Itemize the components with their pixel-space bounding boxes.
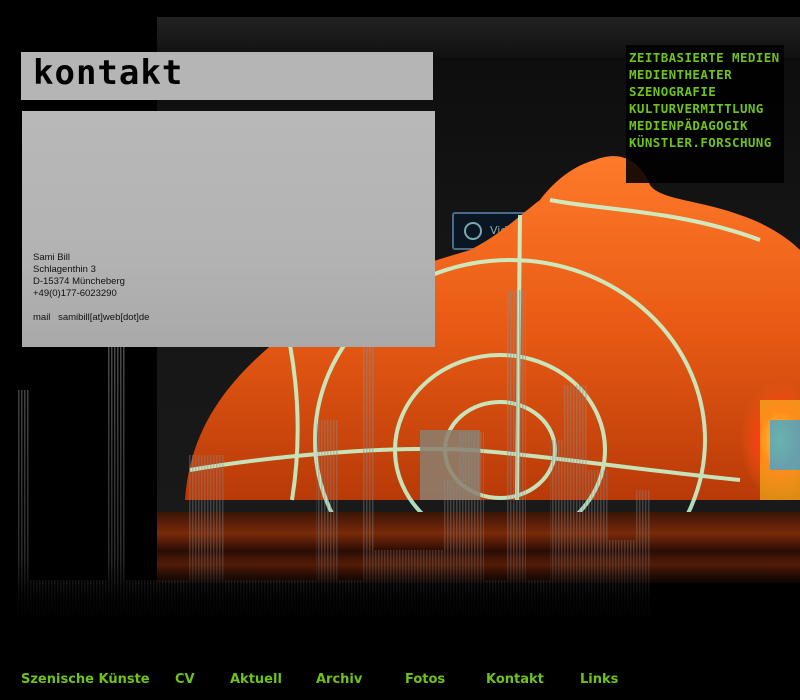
nav-archiv[interactable]: Archiv bbox=[316, 672, 362, 687]
contact-name: Sami Bill bbox=[33, 252, 70, 263]
bottom-fade bbox=[0, 560, 800, 650]
page-title: kontakt bbox=[33, 53, 184, 93]
category-kuenstler-forschung[interactable]: KÜNSTLER.FORSCHUNG bbox=[629, 134, 784, 151]
category-medientheater[interactable]: MEDIENTHEATER bbox=[629, 66, 784, 83]
nav-fotos[interactable]: Fotos bbox=[405, 672, 445, 687]
prop-box bbox=[420, 430, 480, 500]
category-szenografie[interactable]: SZENOGRAFIE bbox=[629, 83, 784, 100]
contact-info-box: Sami Bill Schlagenthin 3 D-15374 Müncheb… bbox=[22, 111, 435, 347]
page-title-box: kontakt bbox=[21, 52, 433, 100]
address-block: Sami Bill Schlagenthin 3 D-15374 Müncheb… bbox=[33, 252, 125, 300]
main-nav: Szenische Künste CV Aktuell Archiv Fotos… bbox=[0, 672, 800, 696]
contact-phone: +49(0)177-6023290 bbox=[33, 288, 117, 299]
mail-label: mail bbox=[33, 312, 51, 323]
nav-links[interactable]: Links bbox=[580, 672, 618, 687]
category-zeitbasierte-medien[interactable]: ZEITBASIERTE MEDIEN bbox=[629, 49, 784, 66]
category-panel: ZEITBASIERTE MEDIEN MEDIENTHEATER SZENOG… bbox=[626, 45, 784, 183]
category-kulturvermittlung[interactable]: KULTURVERMITTLUNG bbox=[629, 100, 784, 117]
contact-city: D-15374 Müncheberg bbox=[33, 276, 125, 287]
nav-aktuell[interactable]: Aktuell bbox=[230, 672, 282, 687]
contact-street: Schlagenthin 3 bbox=[33, 264, 96, 275]
thermal-blue bbox=[770, 420, 800, 470]
mail-line: mail samibill[at]web[dot]de bbox=[33, 312, 149, 323]
nav-szenische-kuenste[interactable]: Szenische Künste bbox=[21, 672, 150, 687]
mail-address: samibill[at]web[dot]de bbox=[58, 312, 150, 323]
nav-kontakt[interactable]: Kontakt bbox=[486, 672, 544, 687]
category-medienpaedagogik[interactable]: MEDIENPÄDAGOGIK bbox=[629, 117, 784, 134]
nav-cv[interactable]: CV bbox=[175, 672, 195, 687]
